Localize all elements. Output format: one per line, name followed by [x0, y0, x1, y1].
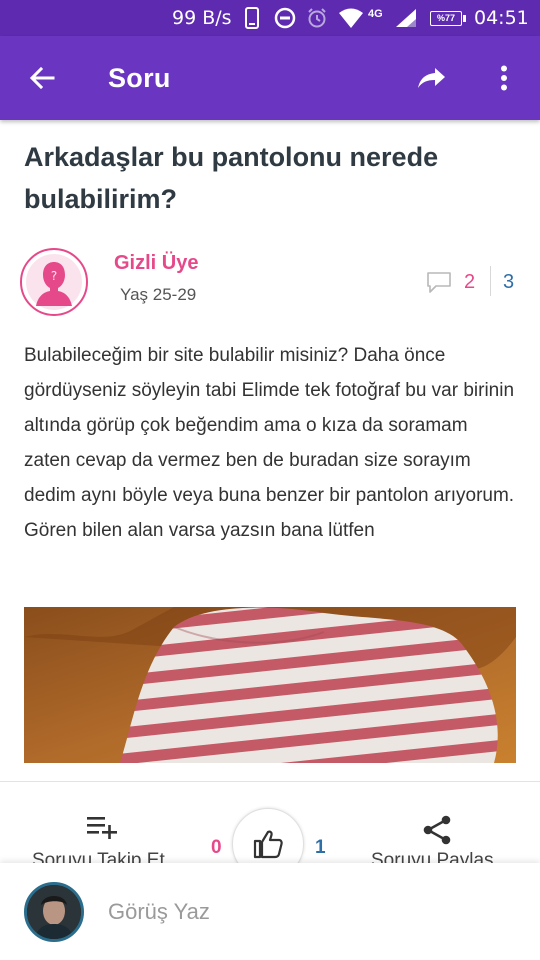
svg-text:?: ? — [51, 269, 57, 283]
more-vert-icon — [501, 65, 507, 91]
question-body: Bulabileceğim bir site bulabilir misiniz… — [24, 345, 515, 541]
answer-stat[interactable]: 3 — [503, 268, 514, 296]
phone-icon — [244, 0, 260, 36]
comment-count: 2 — [464, 270, 476, 293]
comment-input[interactable]: Görüş Yaz — [108, 899, 210, 925]
share-icon — [418, 68, 445, 88]
net-speed: 99 B/s — [172, 7, 232, 29]
battery-icon: %77 — [430, 0, 466, 36]
page-title: Soru — [108, 63, 171, 93]
stat-divider — [490, 266, 491, 296]
answer-count: 3 — [503, 270, 515, 293]
current-user-avatar[interactable] — [24, 882, 84, 942]
battery-level: %77 — [436, 13, 455, 23]
thumbs-up-icon — [253, 830, 283, 859]
striped-pants-image — [24, 607, 516, 763]
do-not-disturb-icon — [274, 0, 296, 36]
comment-bubble-icon — [427, 272, 451, 293]
dislike-count: 0 — [211, 837, 222, 858]
playlist-add-icon — [87, 817, 117, 840]
signal-icon — [394, 0, 418, 36]
back-button[interactable] — [18, 36, 66, 120]
user-photo — [27, 885, 81, 939]
author-age: Yaş 25-29 — [120, 285, 197, 304]
question-title: Arkadaşlar bu pantolonu nerede bulabilir… — [24, 142, 439, 214]
follow-question-button[interactable] — [86, 815, 118, 844]
back-arrow-icon — [29, 66, 55, 90]
share-question-button[interactable] — [422, 815, 452, 850]
alarm-icon — [306, 0, 328, 36]
comment-bar: Görüş Yaz — [0, 863, 540, 960]
status-bar: 99 B/s 4G %77 04:51 — [0, 0, 540, 36]
author-name[interactable]: Gizli Üye — [114, 252, 198, 275]
network-type: 4G — [368, 8, 383, 20]
comment-stat[interactable]: 2 — [426, 268, 475, 296]
question-photo[interactable] — [24, 607, 516, 763]
anonymous-user-icon: ? — [26, 254, 82, 310]
share-button[interactable] — [408, 36, 456, 120]
clock: 04:51 — [474, 7, 529, 29]
more-options-button[interactable] — [484, 36, 524, 120]
share-nodes-icon — [423, 815, 451, 845]
section-divider — [0, 781, 540, 782]
app-bar: Soru — [0, 36, 540, 120]
like-count: 1 — [315, 837, 326, 858]
author-avatar[interactable]: ? — [20, 248, 88, 316]
wifi-icon — [338, 0, 364, 36]
